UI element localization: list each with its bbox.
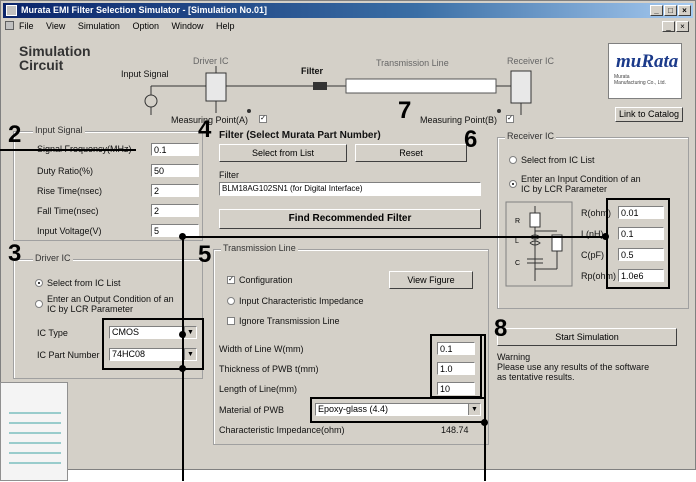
transmission-line-title: Transmission Line (221, 243, 298, 253)
logo-subtitle-2: Manufacturing Co., Ltd. (614, 80, 666, 86)
thumbnail-graph (9, 412, 61, 464)
input-impedance-label: Input Characteristic Impedance (239, 296, 364, 306)
callout-4: 4 (198, 116, 212, 143)
configuration-label: Configuration (239, 275, 293, 285)
connector-dot (179, 365, 186, 372)
c-label: C(pF) (581, 250, 604, 260)
close-button[interactable]: × (678, 5, 691, 16)
callout-3: 3 (8, 240, 22, 267)
rise-time-input[interactable]: 2 (151, 184, 199, 197)
svg-text:L: L (515, 238, 519, 245)
maximize-button[interactable]: □ (664, 5, 677, 16)
ignore-transmission-label: Ignore Transmission Line (239, 316, 340, 326)
menu-view[interactable]: View (46, 21, 65, 31)
connector-dot (481, 419, 488, 426)
select-from-list-button[interactable]: Select from List (219, 144, 347, 162)
callout-5-line-vertical (182, 236, 184, 481)
find-recommended-filter-button[interactable]: Find Recommended Filter (219, 209, 481, 229)
callout-8-line-vertical (484, 334, 486, 481)
menu-window[interactable]: Window (172, 21, 204, 31)
duty-ratio-label: Duty Ratio(%) (37, 166, 94, 176)
ic-part-number-label: IC Part Number (37, 350, 100, 360)
menu-help[interactable]: Help (216, 21, 235, 31)
fall-time-label: Fall Time(nsec) (37, 206, 99, 216)
warning-line-2: as tentative results. (497, 372, 575, 382)
driver-select-from-list-radio[interactable] (35, 279, 43, 287)
lcr-schematic: R L C (505, 201, 573, 287)
result-thumbnail (0, 382, 68, 481)
signal-frequency-input[interactable]: 0.1 (151, 143, 199, 156)
callout-5: 5 (198, 241, 212, 268)
title-bar: Murata EMI Filter Selection Simulator - … (3, 3, 693, 18)
receiver-ic-title: Receiver IC (505, 131, 557, 141)
connector-dot (179, 233, 186, 240)
filter-part-input[interactable]: BLM18AG102SN1 (for Digital Interface) (219, 182, 481, 196)
menu-file[interactable]: File (19, 21, 34, 31)
window-title: Murata EMI Filter Selection Simulator - … (21, 5, 268, 15)
callout-8: 8 (494, 315, 508, 342)
driver-enter-lcr-label-2: IC by LCR Parameter (47, 304, 134, 314)
circuit-schematic (144, 66, 532, 115)
driver-enter-lcr-label-1: Enter an Output Condition of an (47, 294, 174, 304)
logo-wordmark: muRata (616, 51, 679, 72)
driver-ic-title: Driver IC (33, 253, 73, 263)
line-width-label: Width of Line W(mm) (219, 344, 304, 354)
driver-enter-lcr-radio[interactable] (35, 300, 43, 308)
menu-simulation[interactable]: Simulation (78, 21, 120, 31)
warning-title: Warning (497, 352, 531, 362)
ic-type-label: IC Type (37, 328, 68, 338)
receiver-enter-lcr-radio[interactable] (509, 180, 517, 188)
menu-option[interactable]: Option (132, 21, 159, 31)
callout-2-line (0, 149, 136, 151)
filter-field-label: Filter (219, 170, 239, 180)
fall-time-input[interactable]: 2 (151, 204, 199, 217)
minimize-button[interactable]: _ (650, 5, 663, 16)
callout-8-line-horizontal (430, 334, 486, 336)
line-params-highlight-box (430, 334, 482, 398)
mdi-minimize-button[interactable]: _ (662, 21, 675, 32)
start-simulation-button[interactable]: Start Simulation (497, 328, 677, 346)
warning-line-1: Please use any results of the software (497, 362, 650, 372)
driver-select-from-list-label: Select from IC List (47, 278, 121, 288)
pwb-thickness-label: Thickness of PWB t(mm) (219, 364, 319, 374)
receiver-select-from-list-label: Select from IC List (521, 155, 595, 165)
svg-text:C: C (515, 260, 520, 267)
pwb-material-label: Material of PWB (219, 405, 285, 415)
view-figure-button[interactable]: View Figure (389, 271, 473, 289)
murata-logo: muRata Murata Manufacturing Co., Ltd. (608, 43, 682, 99)
lcr-values-highlight-box (606, 198, 670, 289)
mdi-close-button[interactable]: × (676, 21, 689, 32)
duty-ratio-input[interactable]: 50 (151, 164, 199, 177)
callout-7: 7 (398, 97, 412, 124)
connector-dot (179, 331, 186, 338)
input-signal-title: Input Signal (33, 125, 85, 135)
input-impedance-radio[interactable] (227, 297, 235, 305)
callout-2: 2 (8, 121, 22, 148)
circuit-heading-line2: Circuit (19, 57, 64, 73)
svg-text:R: R (515, 218, 520, 225)
receiver-enter-lcr-label-1: Enter an Input Condition of an (521, 174, 641, 184)
ic-type-highlight-box (102, 318, 204, 370)
receiver-select-from-list-radio[interactable] (509, 156, 517, 164)
connector-dot (602, 233, 609, 240)
callout-6: 6 (464, 126, 478, 153)
menu-bar: File View Simulation Option Window Help (3, 19, 693, 33)
filter-section-title: Filter (Select Murata Part Number) (219, 130, 381, 141)
receiver-enter-lcr-label-2: IC by LCR Parameter (521, 184, 608, 194)
characteristic-impedance-value: 148.74 (441, 425, 469, 435)
callout-5-line-horizontal (182, 236, 606, 238)
app-icon (6, 5, 17, 16)
ignore-transmission-checkbox[interactable] (227, 317, 235, 325)
line-length-label: Length of Line(mm) (219, 384, 298, 394)
pwb-material-highlight-box (310, 397, 486, 423)
link-to-catalog-button[interactable]: Link to Catalog (615, 107, 683, 122)
reset-button[interactable]: Reset (355, 144, 467, 162)
characteristic-impedance-label: Characteristic Impedance(ohm) (219, 425, 345, 435)
configuration-checkbox[interactable]: ✓ (227, 276, 235, 284)
rise-time-label: Rise Time(nsec) (37, 186, 103, 196)
input-voltage-label: Input Voltage(V) (37, 226, 102, 236)
